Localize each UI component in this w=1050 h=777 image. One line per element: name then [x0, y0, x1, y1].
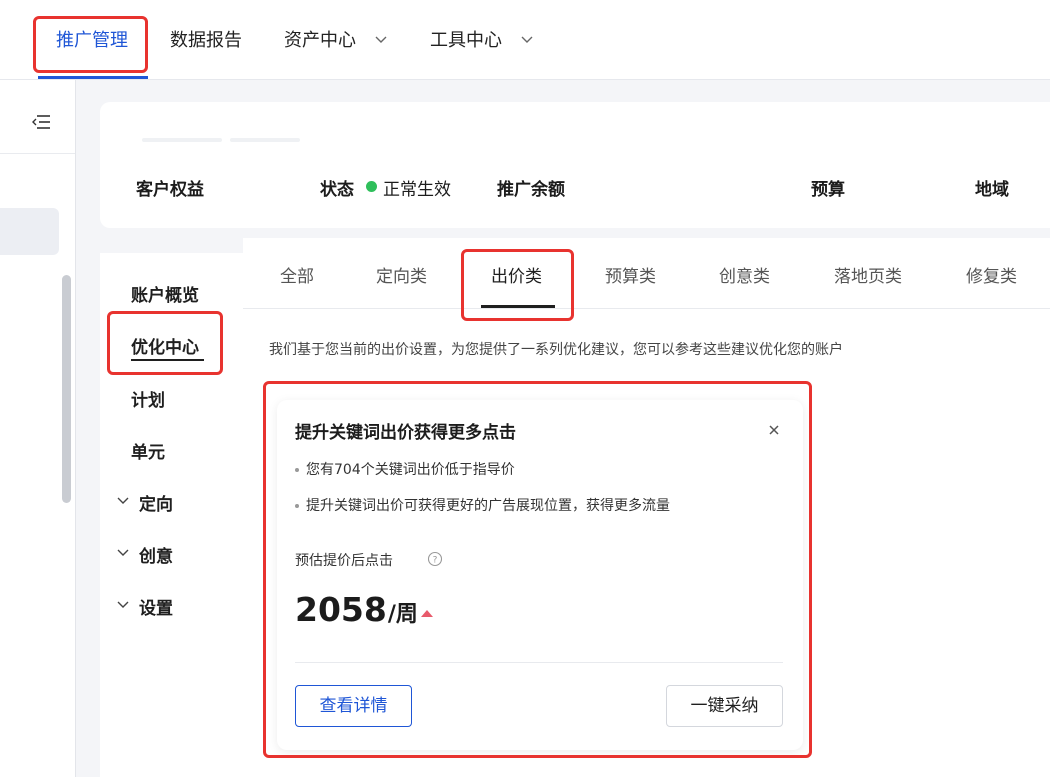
rail-selected-item[interactable]: [0, 208, 59, 255]
bullet-text: 提升关键词出价可获得更好的广告展现位置，获得更多流量: [306, 498, 670, 514]
account-info-card: 客户权益 状态 正常生效 推广余额 预算 地域: [100, 102, 1050, 228]
tab-label: 预算类: [605, 267, 656, 287]
estimate-number: 2058: [295, 590, 387, 629]
chevron-down-icon[interactable]: [116, 597, 130, 611]
tab-all[interactable]: 全部: [280, 262, 314, 287]
sidebar-item-targeting[interactable]: 定向: [139, 490, 173, 515]
bullet-dot: [295, 468, 299, 472]
sidebar-item-label: 优化中心: [131, 338, 199, 358]
scrollbar[interactable]: [62, 275, 71, 503]
tab-budget[interactable]: 预算类: [605, 262, 656, 287]
active-nav-indicator: [38, 76, 148, 79]
region-label: 地域: [975, 180, 1009, 200]
estimate-unit: /周: [387, 602, 418, 627]
suggestion-card: 提升关键词出价获得更多点击 您有704个关键词出价低于指导价 提升关键词出价可获…: [277, 400, 803, 750]
trend-up-icon: [421, 610, 433, 617]
tab-label: 全部: [280, 267, 314, 287]
tab-label: 出价类: [491, 267, 542, 287]
nav-item-label: 资产中心: [284, 30, 356, 51]
divider: [0, 153, 75, 154]
help-icon[interactable]: ?: [427, 551, 443, 567]
sidebar-item-account-overview[interactable]: 账户概览: [131, 281, 199, 306]
sidebar-menu: 账户概览 优化中心 计划 单元 定向 创意 设置: [100, 253, 243, 777]
tab-label: 创意类: [719, 267, 770, 287]
sidebar-item-unit[interactable]: 单元: [131, 438, 165, 463]
suggestion-bullet: 您有704个关键词出价低于指导价: [295, 459, 515, 479]
nav-item-tool-center[interactable]: 工具中心: [430, 28, 534, 54]
nav-item-asset-center[interactable]: 资产中心: [284, 28, 388, 54]
sidebar-item-label: 单元: [131, 443, 165, 463]
placeholder-line: [142, 138, 222, 142]
sidebar-item-label: 定向: [139, 495, 173, 515]
tab-landing-page[interactable]: 落地页类: [834, 262, 902, 287]
tab-creative[interactable]: 创意类: [719, 262, 770, 287]
balance-label: 推广余额: [497, 180, 565, 200]
suggestion-title: 提升关键词出价获得更多点击: [295, 423, 516, 443]
tab-label: 落地页类: [834, 267, 902, 287]
top-navigation: 推广管理 数据报告 资产中心 工具中心: [0, 0, 1050, 80]
sidebar-item-plan[interactable]: 计划: [131, 386, 165, 411]
card-divider: [295, 662, 783, 663]
collapse-menu-icon[interactable]: [31, 113, 51, 133]
tabs-divider: [243, 308, 1050, 309]
left-rail: [0, 80, 76, 777]
chevron-down-icon: [520, 28, 534, 54]
tab-label: 修复类: [966, 267, 1017, 287]
close-icon[interactable]: [763, 419, 785, 441]
placeholder-line: [230, 138, 300, 142]
nav-item-label: 数据报告: [170, 30, 242, 51]
estimate-value: 2058/周: [295, 590, 418, 629]
sidebar-item-label: 账户概览: [131, 286, 199, 306]
nav-item-label: 推广管理: [56, 30, 128, 51]
status-dot: [366, 181, 377, 192]
tab-bidding[interactable]: 出价类: [491, 262, 542, 287]
active-menu-indicator: [131, 359, 204, 361]
view-details-button[interactable]: 查看详情: [295, 685, 412, 727]
estimate-label: 预估提价后点击: [295, 553, 393, 569]
tab-targeting[interactable]: 定向类: [376, 262, 427, 287]
sidebar-item-label: 计划: [131, 391, 165, 411]
sidebar-item-settings[interactable]: 设置: [139, 594, 173, 619]
status-value: 正常生效: [383, 180, 451, 200]
page-description: 我们基于您当前的出价设置，为您提供了一系列优化建议，您可以参考这些建议优化您的账…: [269, 342, 843, 358]
nav-item-data-report[interactable]: 数据报告: [170, 28, 242, 54]
main-content: 全部 定向类 出价类 预算类 创意类 落地页类 修复类 我们基于您当前的出价设置…: [243, 238, 1050, 777]
sidebar-item-creative[interactable]: 创意: [139, 542, 173, 567]
active-tab-indicator: [481, 305, 555, 308]
tab-repair[interactable]: 修复类: [966, 262, 1017, 287]
chevron-down-icon[interactable]: [116, 493, 130, 507]
chevron-down-icon[interactable]: [116, 545, 130, 559]
bullet-dot: [295, 504, 299, 508]
nav-item-label: 工具中心: [430, 30, 502, 51]
sidebar-item-label: 设置: [139, 599, 173, 619]
tab-label: 定向类: [376, 267, 427, 287]
nav-item-promotion-management[interactable]: 推广管理: [56, 28, 128, 54]
svg-text:?: ?: [433, 556, 438, 566]
status-label: 状态: [320, 180, 354, 200]
chevron-down-icon: [374, 28, 388, 54]
one-click-adopt-button[interactable]: 一键采纳: [666, 685, 783, 727]
sidebar-item-optimization-center[interactable]: 优化中心: [131, 333, 199, 358]
customer-rights-label: 客户权益: [136, 180, 204, 200]
bullet-text: 您有704个关键词出价低于指导价: [306, 462, 515, 478]
suggestion-bullet: 提升关键词出价可获得更好的广告展现位置，获得更多流量: [295, 495, 670, 515]
sidebar-item-label: 创意: [139, 547, 173, 567]
budget-label: 预算: [811, 180, 845, 200]
